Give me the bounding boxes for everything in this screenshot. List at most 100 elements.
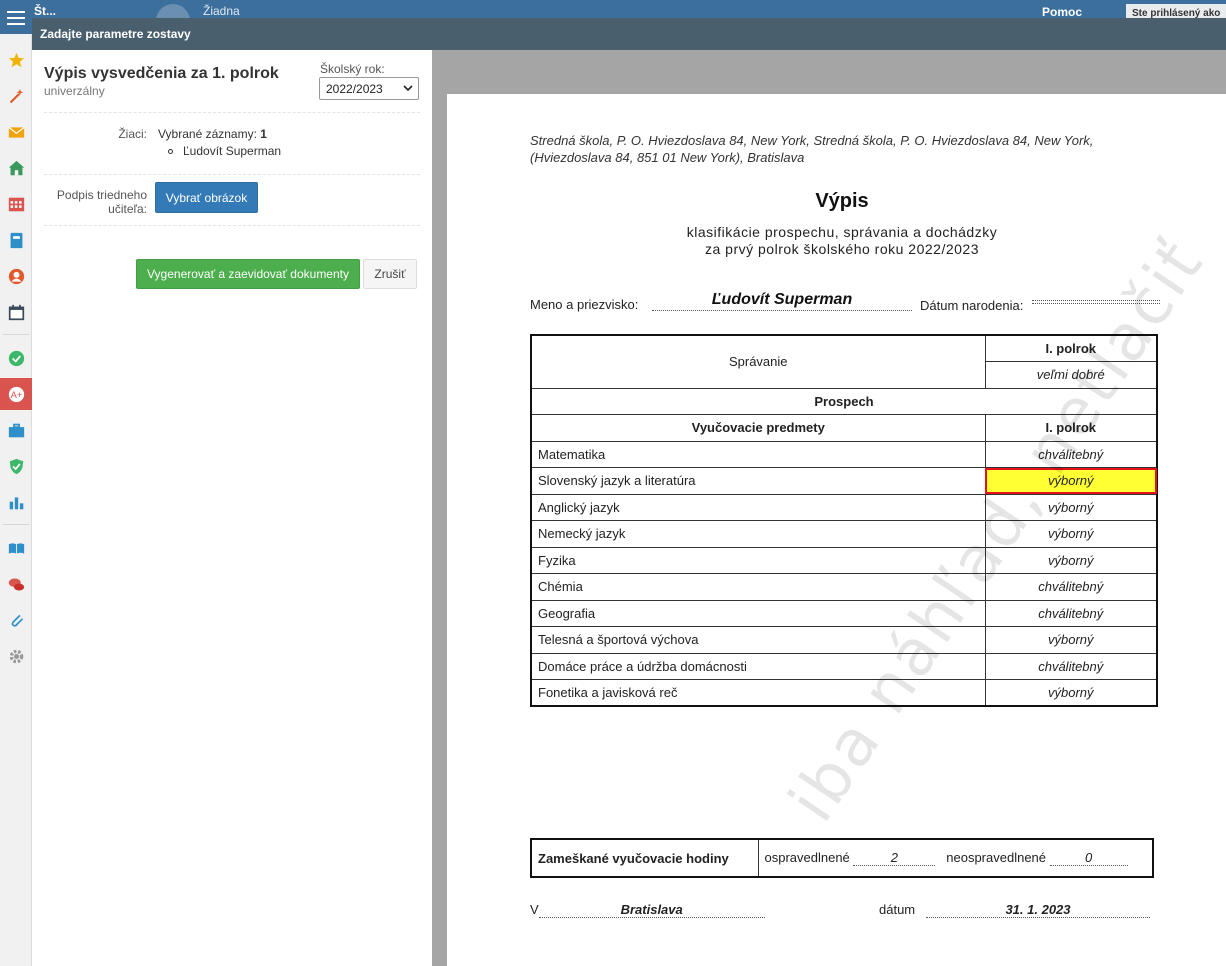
chat-bubbles-icon[interactable]	[0, 568, 32, 600]
table-row: Fonetika a javisková reč výborný	[530, 679, 1158, 707]
dialog-header: Zadajte parametre zostavy	[32, 18, 1226, 50]
report-title: Výpis vysvedčenia za 1. polrok	[44, 65, 279, 82]
parameters-panel: Výpis vysvedčenia za 1. polrok univerzál…	[32, 50, 432, 966]
login-status[interactable]: Ste prihlásený ako	[1126, 4, 1226, 18]
subject-name: Nemecký jazyk	[530, 520, 986, 548]
document-subtitle: klasifikácie prospechu, správania a doch…	[686, 224, 998, 240]
school-address: Stredná škola, P. O. Hviezdoslava 84, Ne…	[530, 133, 1094, 165]
table-row: Telesná a športová výchova výborný	[530, 626, 1158, 654]
term-header: I. polrok	[984, 334, 1158, 362]
avatar[interactable]	[156, 4, 190, 18]
signature-label-line2: učiteľa:	[108, 202, 147, 216]
cancel-button[interactable]: Zrušiť	[363, 259, 417, 289]
document-title: Výpis	[815, 190, 869, 212]
unexcused-value: 0	[1049, 850, 1128, 866]
subject-name: Matematika	[530, 440, 986, 468]
school-year-label: Školský rok:	[320, 62, 385, 76]
notebook-icon[interactable]	[0, 224, 32, 256]
table-row: Fyzika výborný	[530, 546, 1158, 574]
date-value: 31. 1. 2023	[925, 902, 1150, 918]
absence-label: Zameškané vyučovacie hodiny	[530, 838, 759, 878]
absence-values: ospravedlnené 2 neospravedlnené 0	[757, 838, 1154, 878]
place-row: V Bratislava	[530, 902, 765, 918]
student-name-value: Ľudovít Superman	[652, 291, 912, 311]
signature-label-line1: Podpis triedneho	[56, 188, 147, 202]
document-preview[interactable]: Stredná škola, P. O. Hviezdoslava 84, Ne…	[432, 50, 1226, 966]
grades-table: Správanie I. polrok veľmi dobré Prospech…	[530, 334, 1158, 707]
open-book-icon[interactable]	[0, 532, 32, 564]
svg-text:A+: A+	[10, 389, 22, 399]
subject-name: Fonetika a javisková reč	[530, 679, 986, 707]
subject-name: Domáce práce a údržba domácnosti	[530, 652, 986, 680]
subject-grade: výborný	[984, 520, 1158, 548]
top-bar-item[interactable]: Št...	[34, 4, 56, 18]
absence-table: Zameškané vyučovacie hodiny ospravedlnen…	[530, 838, 1154, 878]
calendar-grid-icon[interactable]	[0, 188, 32, 220]
top-app-bar: Št... Žiadna Pomoc Ste prihlásený ako	[0, 0, 1226, 18]
school-year-select[interactable]: 2022/2023	[319, 77, 419, 100]
help-link[interactable]: Pomoc	[1042, 5, 1082, 18]
student-name: Ľudovít Superman	[183, 144, 282, 158]
excused-label: ospravedlnené	[764, 850, 850, 865]
table-row: Anglický jazyk výborný	[530, 493, 1158, 521]
divider	[3, 334, 29, 335]
report-subtitle: univerzálny	[44, 84, 105, 98]
behaviour-label: Správanie	[530, 334, 986, 389]
check-circle-icon[interactable]	[0, 342, 32, 374]
envelope-icon[interactable]	[0, 116, 32, 148]
star-icon[interactable]	[0, 44, 32, 76]
grades-a-plus-icon[interactable]: A+	[0, 378, 32, 410]
chevron-down-icon	[403, 85, 413, 92]
subject-grade: chválitebný	[984, 440, 1158, 468]
subject-grade: výborný	[984, 493, 1158, 521]
divider	[44, 225, 420, 226]
document-subtitle-2: za prvý polrok školského roku 2022/2023	[705, 241, 979, 257]
gear-icon[interactable]	[0, 640, 32, 672]
subject-grade: výborný	[984, 546, 1158, 574]
unexcused-label: neospravedlnené	[946, 850, 1047, 865]
dialog-title: Zadajte parametre zostavy	[40, 27, 191, 41]
subject-name: Slovenský jazyk a literatúra	[530, 467, 986, 495]
divider	[3, 524, 29, 525]
paperclip-icon[interactable]	[0, 604, 32, 636]
generate-button[interactable]: Vygenerovať a zaevidovať dokumenty	[136, 259, 360, 289]
subject-name: Chémia	[530, 573, 986, 601]
subject-name: Telesná a športová výchova	[530, 626, 986, 654]
selected-records-count: 1	[260, 127, 267, 141]
pick-image-button[interactable]: Vybrať obrázok	[155, 182, 258, 213]
subject-name: Geografia	[530, 599, 986, 627]
bar-chart-icon[interactable]	[0, 486, 32, 518]
report-page: Stredná škola, P. O. Hviezdoslava 84, Ne…	[447, 94, 1226, 966]
magic-wand-icon[interactable]	[0, 80, 32, 112]
subject-grade: výborný	[984, 679, 1158, 707]
place-label: V	[530, 902, 539, 917]
table-row: Slovenský jazyk a literatúra výborný	[530, 467, 1158, 495]
subject-grade: výborný	[984, 467, 1158, 495]
selected-records-label: Vybrané záznamy:	[158, 127, 257, 141]
subject-grade: výborný	[984, 626, 1158, 654]
term-header: I. polrok	[984, 414, 1158, 442]
briefcase-icon[interactable]	[0, 414, 32, 446]
hamburger-menu-icon[interactable]	[7, 11, 25, 25]
shield-check-icon[interactable]	[0, 450, 32, 482]
results-header: Prospech	[530, 387, 1158, 415]
signature-label: Podpis triedneho učiteľa:	[42, 188, 147, 216]
name-label: Meno a priezvisko:	[530, 297, 639, 312]
subject-name: Fyzika	[530, 546, 986, 574]
birth-date-label: Dátum narodenia:	[920, 298, 1024, 313]
divider	[44, 112, 420, 113]
home-icon[interactable]	[0, 152, 32, 184]
table-row: Matematika chválitebný	[530, 440, 1158, 468]
table-row: Nemecký jazyk výborný	[530, 520, 1158, 548]
students-label: Žiaci:	[118, 127, 147, 141]
table-row: Geografia chválitebný	[530, 599, 1158, 627]
birth-date-field	[1032, 300, 1160, 304]
calendar-icon[interactable]	[0, 296, 32, 328]
subjects-header: Vyučovacie predmety	[530, 414, 986, 442]
top-bar-item-2[interactable]: Žiadna	[203, 4, 240, 18]
date-row: dátum 31. 1. 2023	[879, 902, 1150, 918]
behaviour-grade: veľmi dobré	[984, 361, 1158, 389]
subject-grade: chválitebný	[984, 573, 1158, 601]
user-circle-icon[interactable]	[0, 260, 32, 292]
table-row: Domáce práce a údržba domácnosti chválite…	[530, 652, 1158, 680]
